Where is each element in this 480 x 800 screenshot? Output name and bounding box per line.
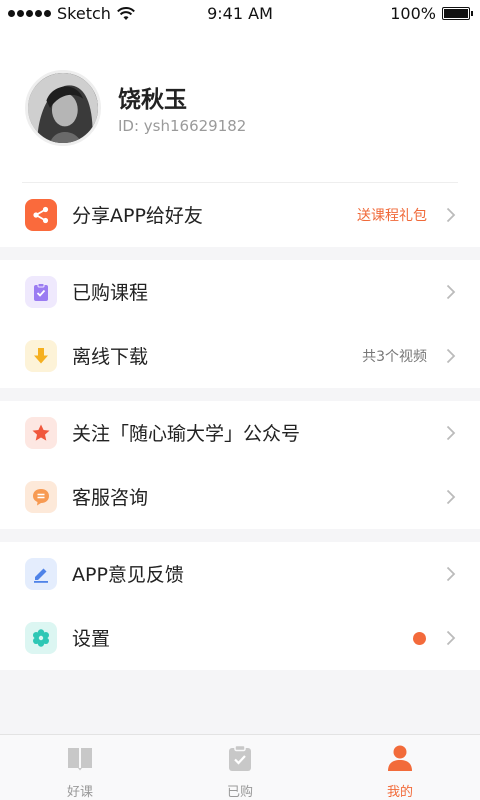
pencil-icon xyxy=(25,558,57,590)
tab-purchased[interactable]: 已购 xyxy=(160,735,320,800)
menu-item-label: APP意见反馈 xyxy=(72,564,184,586)
menu-item-label: 已购课程 xyxy=(72,282,149,304)
gift-promo-text: 送课程礼包 xyxy=(357,208,427,224)
chevron-right-icon xyxy=(446,284,456,300)
chevron-right-icon xyxy=(446,566,456,582)
menu-item-feedback[interactable]: APP意见反馈 xyxy=(0,542,480,606)
menu-item-label: 客服咨询 xyxy=(72,487,149,509)
person-icon xyxy=(386,744,414,772)
menu-item-label: 设置 xyxy=(72,628,111,650)
avatar[interactable] xyxy=(25,70,101,146)
tab-label: 已购 xyxy=(226,785,253,800)
menu-group-courses: 已购课程 离线下载 共3个视频 xyxy=(0,260,480,388)
clipboard-check-icon xyxy=(25,276,57,308)
battery-icon xyxy=(442,7,473,20)
chevron-right-icon xyxy=(446,207,456,223)
menu-group-share: 分享APP给好友 送课程礼包 xyxy=(0,183,480,247)
chevron-right-icon xyxy=(446,489,456,505)
tab-mine[interactable]: 我的 xyxy=(320,735,480,800)
menu-group-app: APP意见反馈 设置 xyxy=(0,542,480,670)
menu-item-customer-service[interactable]: 客服咨询 xyxy=(0,465,480,529)
status-bar: Sketch 9:41 AM 100% xyxy=(0,0,480,28)
battery-percent: 100% xyxy=(390,4,436,23)
download-arrow-icon xyxy=(25,340,57,372)
menu-item-settings[interactable]: 设置 xyxy=(0,606,480,670)
menu-group-social: 关注「随心瑜大学」公众号 客服咨询 xyxy=(0,401,480,529)
user-id: ID: ysh16629182 xyxy=(118,117,247,135)
tab-label: 我的 xyxy=(386,785,413,800)
menu-item-purchased-courses[interactable]: 已购课程 xyxy=(0,260,480,324)
chevron-right-icon xyxy=(446,630,456,646)
menu-item-follow-account[interactable]: 关注「随心瑜大学」公众号 xyxy=(0,401,480,465)
profile-header[interactable]: 饶秋玉 ID: ysh16629182 xyxy=(0,28,480,183)
clipboard-check-icon xyxy=(226,744,254,772)
menu-item-label: 离线下载 xyxy=(72,346,149,368)
video-count-text: 共3个视频 xyxy=(362,349,427,365)
share-icon xyxy=(25,199,57,231)
notification-dot xyxy=(413,632,426,645)
tab-label: 好课 xyxy=(66,785,93,800)
menu-item-share-app[interactable]: 分享APP给好友 送课程礼包 xyxy=(0,183,480,247)
chat-bubble-icon xyxy=(25,481,57,513)
tab-bar: 好课 已购 我的 xyxy=(0,734,480,800)
book-icon xyxy=(66,744,94,772)
menu-item-label: 关注「随心瑜大学」公众号 xyxy=(72,423,301,445)
menu-item-label: 分享APP给好友 xyxy=(72,205,203,227)
menu-item-offline-download[interactable]: 离线下载 共3个视频 xyxy=(0,324,480,388)
tab-courses[interactable]: 好课 xyxy=(0,735,160,800)
gear-icon xyxy=(25,622,57,654)
user-name: 饶秋玉 xyxy=(118,87,187,113)
chevron-right-icon xyxy=(446,425,456,441)
chevron-right-icon xyxy=(446,348,456,364)
star-icon xyxy=(25,417,57,449)
